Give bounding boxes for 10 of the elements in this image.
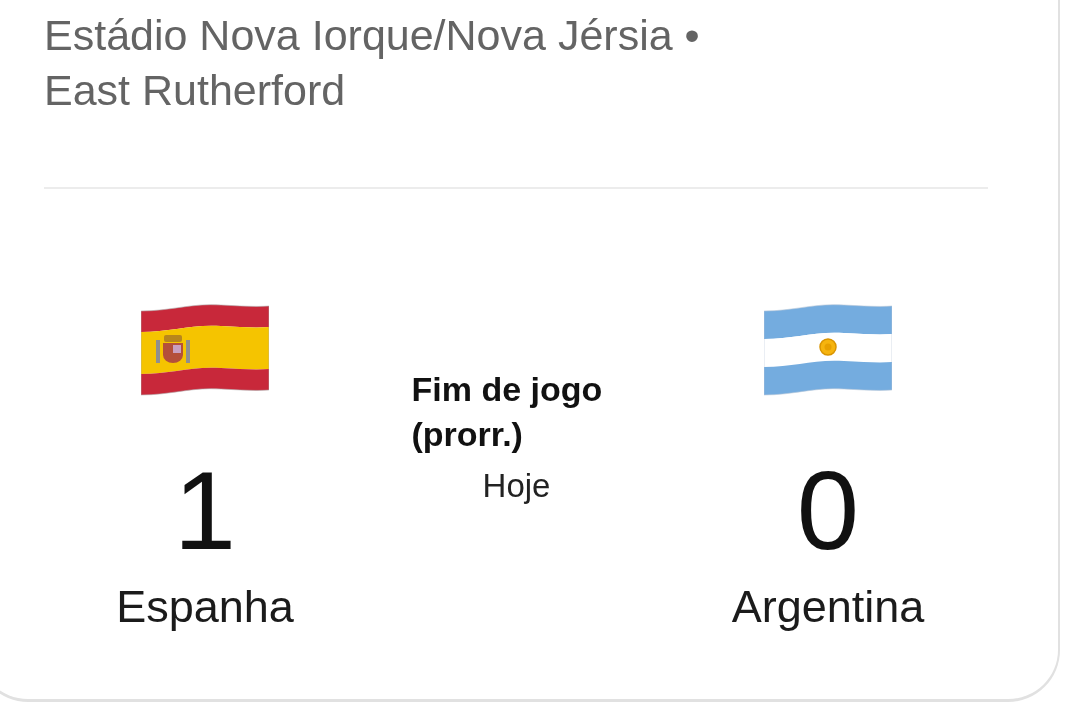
spain-flag-icon (141, 303, 269, 397)
location-text: East Rutherford (44, 65, 346, 116)
location-text: Estádio Nova Iorque/Nova Jérsia • (44, 10, 700, 61)
team-score: 1 (173, 455, 237, 567)
argentina-flag-icon (764, 303, 892, 397)
team-name: Espanha (116, 581, 294, 633)
match-date: Hoje (482, 466, 551, 506)
match-status: Fim de jogo (prorr.) (411, 369, 604, 455)
team-score: 0 (796, 455, 860, 567)
team-name: Argentina (731, 581, 925, 633)
